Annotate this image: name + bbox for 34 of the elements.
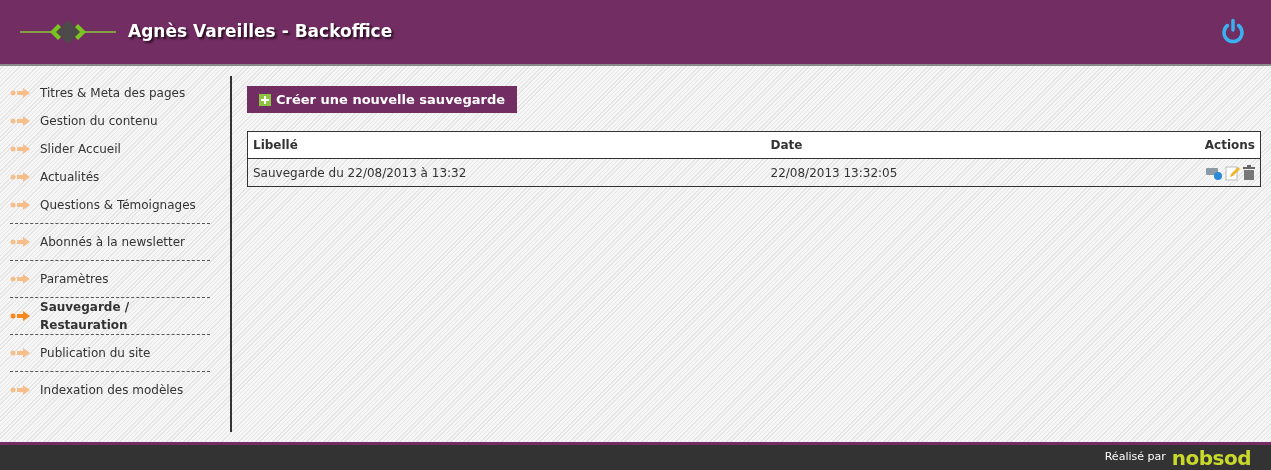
arrow-icon [10, 171, 32, 183]
arrow-icon [10, 143, 32, 155]
sidebar-item[interactable]: Paramètres [10, 265, 210, 293]
arrow-icon [10, 347, 32, 359]
arrow-icon [10, 87, 32, 99]
footer-text: Réalisé par [1104, 449, 1166, 466]
sidebar-item[interactable]: Abonnés à la newsletter [10, 228, 210, 256]
brand-logo: nobsod [1171, 447, 1251, 468]
arrow-icon [10, 199, 32, 211]
sidebar-item[interactable]: Questions & Témoignages [10, 191, 210, 219]
table-cell: Sauvegarde du 22/08/2013 à 13:32 [247, 158, 766, 187]
sidebar-item[interactable]: Titres & Meta des pages [10, 79, 210, 107]
restore-icon[interactable] [1205, 165, 1223, 180]
trash-icon[interactable] [1243, 165, 1255, 180]
table-cell: 22/08/2013 13:32:05 [765, 158, 1109, 187]
create-backup-button[interactable]: Créer une nouvelle sauvegarde [247, 86, 518, 113]
power-icon[interactable] [1219, 18, 1247, 46]
app-title: Agnès Vareilles - Backoffice [128, 20, 393, 44]
arrow-icon [10, 273, 32, 285]
arrow-icon [10, 384, 32, 396]
logo-icon [20, 17, 116, 47]
sidebar-item[interactable]: Indexation des modèles [10, 376, 210, 404]
arrow-icon [10, 310, 32, 322]
column-header: Actions [1108, 131, 1261, 159]
sidebar-item[interactable]: Slider Accueil [10, 135, 210, 163]
sidebar-item[interactable]: Publication du site [10, 339, 210, 367]
arrow-icon [10, 115, 32, 127]
plus-icon [259, 93, 271, 106]
column-header: Date [765, 131, 1109, 159]
column-header: Libellé [247, 131, 766, 159]
arrow-icon [10, 236, 32, 248]
sidebar-item[interactable]: Sauvegarde / Restauration [10, 302, 210, 330]
sidebar-item[interactable]: Actualités [10, 163, 210, 191]
sidebar-item[interactable]: Gestion du contenu [10, 107, 210, 135]
